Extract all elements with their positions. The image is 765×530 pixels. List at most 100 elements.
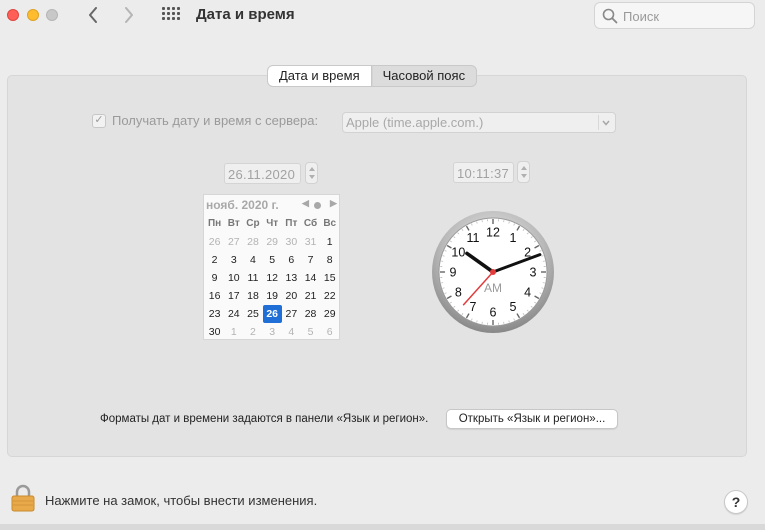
calendar-day[interactable]: 21: [301, 287, 320, 305]
zoom-window-button[interactable]: [46, 9, 58, 21]
minimize-window-button[interactable]: [27, 9, 39, 21]
today-dot-icon[interactable]: [314, 202, 321, 209]
stepper-down-icon: [309, 175, 315, 179]
calendar-day[interactable]: 25: [243, 305, 262, 323]
calendar-day[interactable]: 3: [224, 251, 243, 269]
calendar-day[interactable]: 5: [263, 251, 282, 269]
clock-numeral: 3: [530, 266, 537, 280]
calendar-day[interactable]: 24: [224, 305, 243, 323]
calendar-weekday: Пн: [207, 218, 222, 229]
bottom-edge: [0, 524, 765, 530]
date-stepper[interactable]: [305, 162, 318, 184]
calendar-day[interactable]: 2: [205, 251, 224, 269]
calendar-day[interactable]: 29: [320, 305, 339, 323]
stepper-down-icon: [521, 174, 527, 178]
time-field[interactable]: 10:11:37: [453, 162, 514, 183]
calendar-day[interactable]: 7: [301, 251, 320, 269]
calendar-day[interactable]: 15: [320, 269, 339, 287]
calendar-weekday-row: Пн Вт Ср Чт Пт Сб Вс: [205, 215, 340, 233]
calendar-day[interactable]: 17: [224, 287, 243, 305]
calendar-day[interactable]: 23: [205, 305, 224, 323]
clock-numeral: 1: [510, 231, 517, 245]
tab-bar: Дата и время Часовой пояс: [267, 65, 478, 87]
window-title: Дата и время: [196, 6, 295, 23]
calendar-week-row: 9 10 11 12 13 14 15: [205, 269, 340, 287]
search-icon: [602, 8, 618, 24]
calendar-day[interactable]: 13: [282, 269, 301, 287]
calendar-week-row: 30 1 2 3 4 5 6: [205, 323, 340, 341]
calendar-day[interactable]: 19: [263, 287, 282, 305]
server-sync-checkbox[interactable]: ✓: [92, 113, 106, 128]
calendar-weekday: Вс: [323, 218, 337, 229]
next-month-icon[interactable]: ▶: [330, 198, 337, 209]
clock-period-label: AM: [484, 281, 502, 295]
time-server-select[interactable]: Apple (time.apple.com.): [342, 112, 616, 133]
calendar-day[interactable]: 14: [301, 269, 320, 287]
calendar-day[interactable]: 8: [320, 251, 339, 269]
lock-icon[interactable]: [11, 484, 35, 512]
open-language-region-button[interactable]: Открыть «Язык и регион»...: [446, 409, 618, 429]
clock-numeral: 8: [455, 286, 462, 300]
calendar-day[interactable]: 18: [243, 287, 262, 305]
calendar-day[interactable]: 20: [282, 287, 301, 305]
search-box[interactable]: [594, 2, 755, 29]
formats-info-text: Форматы дат и времени задаются в панели …: [100, 413, 429, 425]
analog-clock: 12 1234567891011 AM: [432, 211, 554, 333]
calendar-week-row: 26 27 28 29 30 31 1: [205, 233, 340, 251]
calendar-day[interactable]: 26: [262, 305, 282, 323]
calendar-day[interactable]: 11: [243, 269, 262, 287]
tab-date-time[interactable]: Дата и время: [268, 66, 372, 86]
clock-center-pin: [490, 269, 496, 275]
lock-hint-text: Нажмите на замок, чтобы внести изменения…: [45, 493, 318, 508]
calendar-weekday: Чт: [266, 218, 279, 229]
clock-numeral: 12: [486, 226, 500, 240]
calendar-week-row: 2345678: [205, 251, 340, 269]
help-button[interactable]: ?: [724, 490, 748, 514]
tab-time-zone[interactable]: Часовой пояс: [372, 66, 476, 86]
calendar-day[interactable]: 9: [205, 269, 224, 287]
date-field[interactable]: 26.11.2020: [224, 163, 301, 184]
calendar-week-row: 16 17 18 19 20 21 22: [205, 287, 340, 305]
calendar-weekday: Сб: [303, 218, 318, 229]
stepper-up-icon: [521, 166, 527, 170]
calendar-day[interactable]: 12: [263, 269, 282, 287]
calendar-weekday: Вт: [227, 218, 240, 229]
calendar-day[interactable]: 1: [224, 323, 243, 341]
time-stepper[interactable]: [517, 161, 530, 183]
back-button[interactable]: [82, 4, 104, 26]
calendar-day[interactable]: 5: [301, 323, 320, 341]
clock-numeral: 9: [450, 266, 457, 280]
calendar-day[interactable]: 29: [263, 233, 282, 251]
calendar-day[interactable]: 16: [205, 287, 224, 305]
calendar-day[interactable]: 30: [282, 233, 301, 251]
server-sync-label: Получать дату и время с сервера:: [112, 113, 319, 128]
chevron-down-icon: [598, 115, 612, 130]
calendar-day[interactable]: 2: [243, 323, 262, 341]
calendar-grid: Пн Вт Ср Чт Пт Сб Вс 26 27 28 29 30 31 1 2 3 4 5 6 7 8 9 10 11…: [205, 215, 340, 341]
calendar-day[interactable]: 10: [224, 269, 243, 287]
show-all-grid-icon[interactable]: [162, 7, 180, 23]
search-input[interactable]: [623, 7, 748, 25]
calendar-day[interactable]: 4: [282, 323, 301, 341]
calendar-day[interactable]: 22: [320, 287, 339, 305]
calendar-day[interactable]: 28: [243, 233, 262, 251]
calendar-day[interactable]: 30: [205, 323, 224, 341]
calendar-day[interactable]: 1: [320, 233, 339, 251]
calendar-day[interactable]: 27: [224, 233, 243, 251]
previous-month-icon[interactable]: ◀: [302, 198, 309, 209]
calendar-day[interactable]: 27: [282, 305, 301, 323]
forward-button[interactable]: [118, 4, 140, 26]
clock-numeral: 10: [451, 246, 465, 260]
calendar-week-row: 23 24 25 26 27 28 29: [205, 305, 340, 323]
calendar-day[interactable]: 3: [263, 323, 282, 341]
calendar-day[interactable]: 26: [205, 233, 224, 251]
server-sync-row: ✓ Получать дату и время с сервера:: [92, 113, 318, 128]
chevron-right-icon: [125, 7, 133, 23]
calendar-day[interactable]: 28: [301, 305, 320, 323]
calendar-day[interactable]: 6: [320, 323, 339, 341]
calendar-day[interactable]: 6: [282, 251, 301, 269]
calendar-header: нояб. 2020 г. ◀ ▶: [206, 197, 339, 213]
close-window-button[interactable]: [7, 9, 19, 21]
calendar-day[interactable]: 31: [301, 233, 320, 251]
calendar-day[interactable]: 4: [243, 251, 262, 269]
